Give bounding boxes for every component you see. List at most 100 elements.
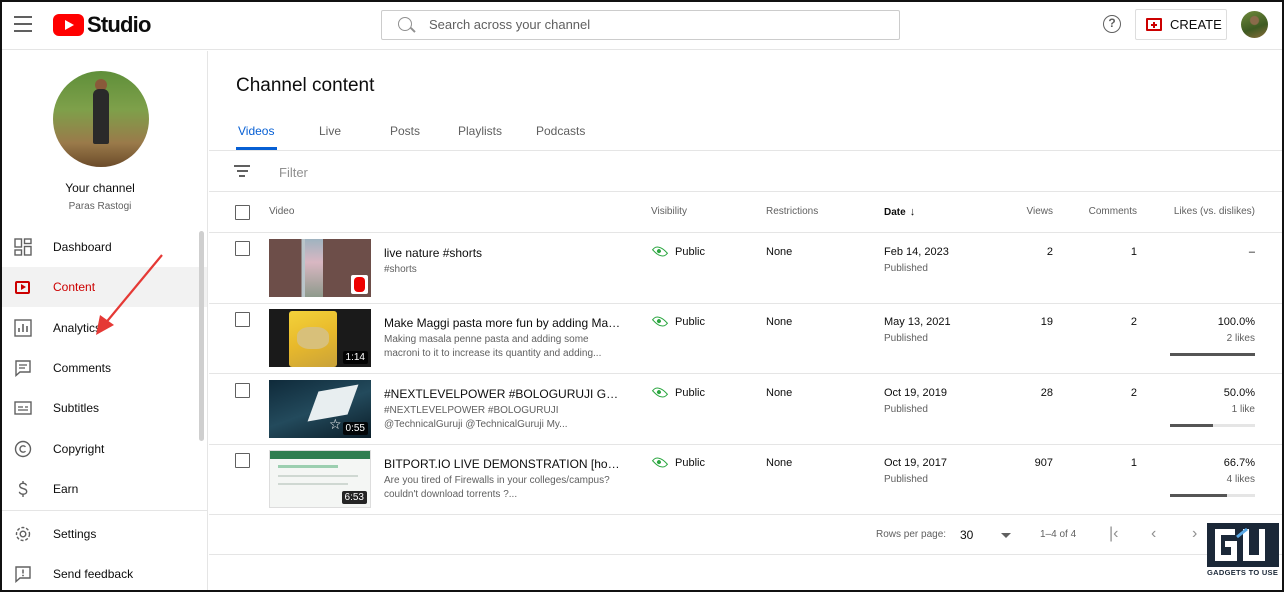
tab-podcasts[interactable]: Podcasts [536, 124, 585, 138]
dashboard-icon [14, 238, 32, 256]
column-header-visibility[interactable]: Visibility [651, 206, 687, 217]
row-checkbox[interactable] [235, 383, 250, 398]
video-thumbnail[interactable]: 1:14 [269, 309, 371, 367]
first-page-icon[interactable]: |‹ [1109, 525, 1118, 543]
row-divider [209, 514, 1284, 515]
filter-icon[interactable] [234, 165, 250, 180]
menu-icon[interactable] [14, 16, 32, 32]
column-header-restrictions[interactable]: Restrictions [766, 206, 818, 217]
studio-logo[interactable]: Studio [53, 12, 151, 38]
likes-bar-fill [1170, 424, 1213, 427]
youtube-logo-icon [53, 14, 84, 36]
sidebar-item-label: Comments [53, 361, 112, 375]
row-checkbox[interactable] [235, 453, 250, 468]
visibility-status[interactable]: Public [675, 246, 705, 258]
video-thumbnail[interactable]: ☆ 0:55 [269, 380, 371, 438]
likes-percent: 66.7% [1223, 457, 1255, 469]
channel-name: Paras Rastogi [68, 201, 132, 212]
sidebar-item-earn[interactable]: Earn [0, 469, 207, 509]
column-header-likes[interactable]: Likes (vs. dislikes) [1149, 206, 1255, 217]
logo-text: Studio [87, 12, 151, 37]
previous-page-icon[interactable]: ‹ [1151, 525, 1156, 543]
content-icon [15, 280, 30, 294]
comments-count: 1 [1130, 246, 1137, 258]
filter-divider [209, 191, 1284, 192]
visibility-status[interactable]: Public [675, 457, 705, 469]
video-duration: 0:55 [342, 422, 368, 435]
column-header-views[interactable]: Views [989, 206, 1054, 217]
table-row[interactable]: 6:53 BITPORT.IO LIVE DEMONSTRATION [how … [209, 444, 1284, 514]
visibility-status[interactable]: Public [675, 387, 705, 399]
rows-per-page-select[interactable]: 30 [960, 528, 973, 542]
visibility-eye-icon [651, 384, 669, 401]
filter-input[interactable]: Filter [279, 165, 308, 180]
tab-live[interactable]: Live [319, 124, 341, 138]
watermark-logo [1207, 523, 1279, 567]
pagination-range: 1–4 of 4 [1040, 529, 1077, 540]
create-video-icon [1146, 18, 1162, 31]
table-row[interactable]: ☆ 0:55 #NEXTLEVELPOWER #BOLOGURUJI GALAX… [209, 374, 1284, 444]
visibility-status[interactable]: Public [675, 316, 705, 328]
tab-posts[interactable]: Posts [390, 124, 420, 138]
likes-bar [1170, 494, 1255, 497]
next-page-icon[interactable]: › [1192, 525, 1197, 543]
restrictions-value: None [766, 387, 793, 399]
rows-per-page-label: Rows per page: [876, 529, 947, 540]
column-header-date[interactable]: Date ↓ [884, 206, 915, 218]
shorts-icon [351, 275, 368, 294]
likes-percent: – [1248, 246, 1255, 258]
likes-count: 2 likes [1226, 333, 1255, 344]
row-checkbox[interactable] [235, 312, 250, 327]
views-count: 28 [1040, 387, 1053, 399]
likes-percent: 50.0% [1223, 387, 1255, 399]
restrictions-value: None [766, 457, 793, 469]
row-checkbox[interactable] [235, 241, 250, 256]
select-all-checkbox[interactable] [235, 205, 250, 220]
sidebar-item-settings[interactable]: Settings [0, 514, 207, 554]
create-button[interactable]: CREATE [1135, 9, 1227, 40]
gadgets-to-use-watermark: GADGETS TO USE [1207, 523, 1282, 590]
video-date: Oct 19, 2017 [884, 457, 947, 469]
channel-label: Your channel [65, 181, 135, 195]
sidebar-item-subtitles[interactable]: Subtitles [0, 388, 207, 428]
watermark-logo-icon [1215, 527, 1265, 561]
views-count: 19 [1040, 316, 1053, 328]
column-header-comments[interactable]: Comments [1069, 206, 1137, 217]
video-thumbnail[interactable] [269, 239, 371, 297]
sidebar-item-send-feedback[interactable]: Send feedback [0, 554, 207, 592]
comments-count: 2 [1130, 316, 1137, 328]
sort-down-arrow-icon: ↓ [909, 206, 916, 218]
likes-count: 1 like [1231, 404, 1255, 415]
sidebar-item-copyright[interactable]: Copyright [0, 429, 207, 469]
likes-bar [1170, 424, 1255, 427]
search-box[interactable] [381, 10, 900, 40]
table-row[interactable]: 1:14 Make Maggi pasta more fun by adding… [209, 303, 1284, 373]
search-input[interactable] [429, 17, 869, 32]
visibility-eye-icon [651, 243, 669, 260]
video-thumbnail[interactable]: 6:53 [269, 450, 371, 508]
footer-divider [209, 554, 1284, 555]
sidebar-item-comments[interactable]: Comments [0, 348, 207, 388]
publish-status: Published [884, 333, 928, 344]
dropdown-caret-icon[interactable] [1001, 533, 1011, 538]
visibility-eye-icon [651, 454, 669, 471]
video-date: Oct 19, 2019 [884, 387, 947, 399]
video-title[interactable]: #NEXTLEVELPOWER #BOLOGURUJI GALAXY M30S [384, 387, 624, 401]
video-title[interactable]: Make Maggi pasta more fun by adding Macr… [384, 316, 624, 330]
channel-avatar[interactable] [53, 71, 149, 167]
restrictions-value: None [766, 246, 793, 258]
video-title[interactable]: live nature #shorts [384, 246, 624, 260]
help-icon[interactable]: ? [1103, 15, 1121, 33]
sidebar-item-label: Copyright [53, 442, 105, 456]
create-label: CREATE [1170, 17, 1222, 32]
sidebar-divider [0, 510, 207, 511]
tab-playlists[interactable]: Playlists [458, 124, 502, 138]
table-row[interactable]: live nature #shorts #shorts Public None … [209, 233, 1284, 303]
account-avatar[interactable] [1241, 11, 1268, 38]
settings-icon [15, 526, 31, 542]
tab-videos[interactable]: Videos [238, 124, 274, 138]
top-bar: Studio ? CREATE [0, 0, 1284, 50]
video-title[interactable]: BITPORT.IO LIVE DEMONSTRATION [how to ge… [384, 457, 624, 471]
comments-count: 1 [1130, 457, 1137, 469]
sidebar-scrollbar[interactable] [199, 231, 204, 441]
